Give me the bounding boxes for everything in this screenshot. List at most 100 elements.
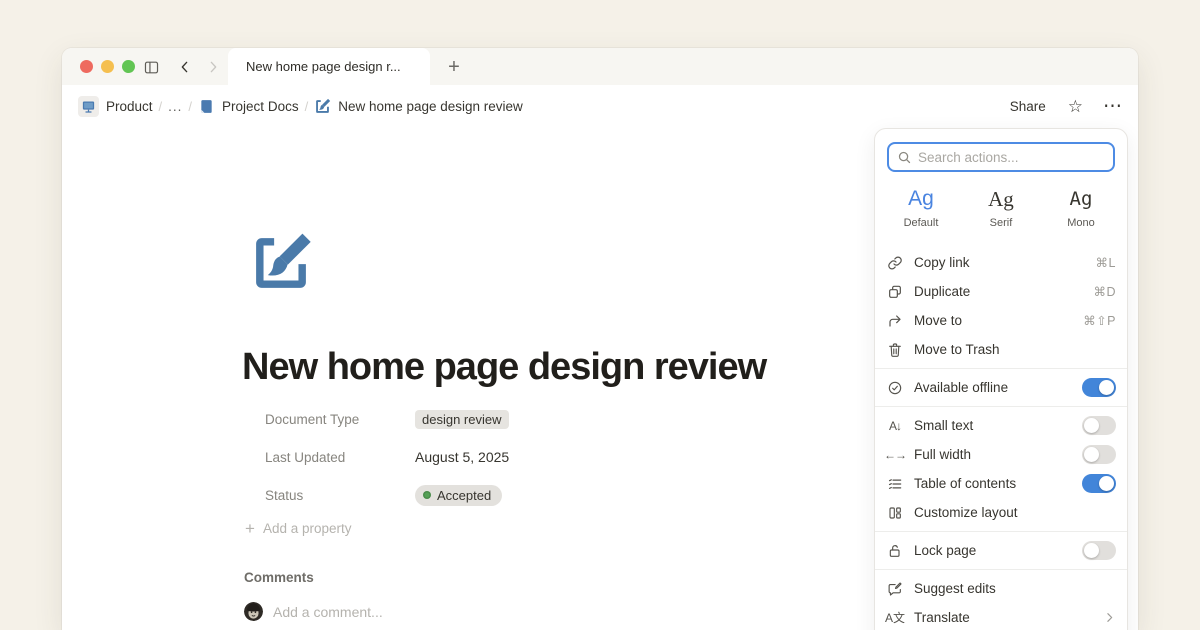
menu-item-label: Small text xyxy=(914,418,1072,433)
user-avatar xyxy=(244,602,263,621)
page-title[interactable]: New home page design review xyxy=(242,346,766,389)
browser-tab[interactable]: New home page design r... xyxy=(228,48,430,85)
font-style-options: Ag Default Ag Serif Ag Mono xyxy=(881,186,1121,238)
status-badge[interactable]: Accepted xyxy=(415,485,502,506)
chevron-right-icon xyxy=(1103,611,1116,624)
menu-item-label: Lock page xyxy=(914,543,1072,558)
breadcrumb: Product / ... / Project Docs / xyxy=(62,85,1138,128)
font-option-serif[interactable]: Ag Serif xyxy=(961,186,1041,238)
font-option-label: Mono xyxy=(1041,217,1121,229)
forward-icon[interactable] xyxy=(202,57,224,77)
small-text-toggle[interactable] xyxy=(1082,416,1116,435)
tab-title: New home page design r... xyxy=(246,59,401,74)
more-options-icon[interactable]: ⋯ xyxy=(1103,97,1122,116)
move-to-arrow-icon xyxy=(886,313,904,329)
menu-item-shortcut: ⌘⇧P xyxy=(1083,313,1116,328)
zoom-window-button[interactable] xyxy=(122,60,135,73)
add-property-button[interactable]: + Add a property xyxy=(245,520,352,537)
duplicate-icon xyxy=(886,284,904,300)
share-button[interactable]: Share xyxy=(1010,99,1046,114)
property-name: Document Type xyxy=(265,412,415,427)
font-option-default[interactable]: Ag Default xyxy=(881,186,961,238)
property-row-status[interactable]: Status Accepted xyxy=(265,476,509,514)
menu-item-label: Translate xyxy=(914,610,1093,625)
design-brush-icon xyxy=(314,98,331,115)
menu-item-label: Move to Trash xyxy=(914,342,1116,357)
menu-item-available-offline[interactable]: Available offline xyxy=(875,373,1127,402)
page-actions-menu: Ag Default Ag Serif Ag Mono xyxy=(874,128,1128,630)
menu-item-suggest-edits[interactable]: Suggest edits xyxy=(875,574,1127,603)
menu-item-label: Available offline xyxy=(914,380,1072,395)
breadcrumb-item-product[interactable]: Product xyxy=(78,96,153,117)
menu-item-customize-layout[interactable]: Customize layout xyxy=(875,498,1127,527)
full-width-toggle[interactable] xyxy=(1082,445,1116,464)
minimize-window-button[interactable] xyxy=(101,60,114,73)
menu-item-shortcut: ⌘L xyxy=(1096,255,1116,270)
app-window: New home page design r... + Product / ..… xyxy=(62,48,1138,630)
menu-item-label: Table of contents xyxy=(914,476,1072,491)
status-dot xyxy=(423,491,431,499)
back-icon[interactable] xyxy=(174,57,196,77)
property-row-last-updated[interactable]: Last Updated August 5, 2025 xyxy=(265,438,509,476)
menu-item-full-width[interactable]: ←→ Full width xyxy=(875,440,1127,469)
full-width-icon: ←→ xyxy=(884,448,906,462)
menu-divider xyxy=(875,531,1127,532)
property-value: August 5, 2025 xyxy=(415,449,509,465)
menu-item-move-to-trash[interactable]: Move to Trash xyxy=(875,335,1127,364)
breadcrumb-item-project-docs[interactable]: Project Docs xyxy=(198,98,299,115)
table-of-contents-icon xyxy=(886,476,904,492)
breadcrumb-label: Product xyxy=(106,99,153,114)
breadcrumb-collapsed-button[interactable]: ... xyxy=(168,99,182,114)
property-tag[interactable]: design review xyxy=(415,410,509,429)
menu-divider xyxy=(875,406,1127,407)
breadcrumb-separator: / xyxy=(159,99,163,114)
breadcrumb-separator: / xyxy=(188,99,192,114)
menu-item-translate[interactable]: A文 Translate xyxy=(875,603,1127,630)
table-of-contents-toggle[interactable] xyxy=(1082,474,1116,493)
menu-item-label: Full width xyxy=(914,447,1072,462)
breadcrumb-label: New home page design review xyxy=(338,99,523,114)
status-label: Accepted xyxy=(437,488,491,503)
breadcrumb-separator: / xyxy=(305,99,309,114)
menu-item-table-of-contents[interactable]: Table of contents xyxy=(875,469,1127,498)
add-comment-row[interactable]: Add a comment... xyxy=(244,602,383,621)
available-offline-toggle[interactable] xyxy=(1082,378,1116,397)
menu-divider xyxy=(875,569,1127,570)
menu-item-label: Customize layout xyxy=(914,505,1116,520)
property-row-document-type[interactable]: Document Type design review xyxy=(265,400,509,438)
page-icon-design-brush[interactable] xyxy=(248,230,314,296)
search-actions-field[interactable] xyxy=(887,142,1115,172)
menu-divider xyxy=(875,368,1127,369)
comments-heading: Comments xyxy=(244,570,314,585)
suggest-edits-icon xyxy=(886,581,904,597)
menu-item-move-to[interactable]: Move to ⌘⇧P xyxy=(875,306,1127,335)
sidebar-toggle-icon[interactable] xyxy=(140,57,162,77)
menu-item-small-text[interactable]: A↓ Small text xyxy=(875,411,1127,440)
monitor-icon xyxy=(78,96,99,117)
font-option-label: Default xyxy=(881,217,961,229)
new-tab-button[interactable]: + xyxy=(440,53,468,81)
menu-item-copy-link[interactable]: Copy link ⌘L xyxy=(875,248,1127,277)
menu-item-lock-page[interactable]: Lock page xyxy=(875,536,1127,565)
property-table: Document Type design review Last Updated… xyxy=(265,400,509,514)
small-text-icon: A↓ xyxy=(889,419,901,433)
menu-item-label: Move to xyxy=(914,313,1073,328)
lock-page-toggle[interactable] xyxy=(1082,541,1116,560)
font-option-mono[interactable]: Ag Mono xyxy=(1041,186,1121,238)
menu-item-label: Suggest edits xyxy=(914,581,1116,596)
tab-bar: New home page design r... + xyxy=(62,48,1138,85)
translate-icon: A文 xyxy=(885,609,905,626)
favorite-star-icon[interactable]: ☆ xyxy=(1068,98,1083,115)
search-input[interactable] xyxy=(918,150,1105,165)
add-comment-placeholder: Add a comment... xyxy=(273,604,383,620)
menu-item-label: Duplicate xyxy=(914,284,1083,299)
font-sample-default: Ag xyxy=(881,186,961,212)
menu-item-duplicate[interactable]: Duplicate ⌘D xyxy=(875,277,1127,306)
menu-list: Copy link ⌘L Duplicate ⌘D xyxy=(875,248,1127,630)
search-icon xyxy=(897,150,912,165)
plus-icon: + xyxy=(245,520,255,537)
font-sample-mono: Ag xyxy=(1041,186,1121,212)
add-property-label: Add a property xyxy=(263,521,352,536)
breadcrumb-item-current-page[interactable]: New home page design review xyxy=(314,98,523,115)
close-window-button[interactable] xyxy=(80,60,93,73)
